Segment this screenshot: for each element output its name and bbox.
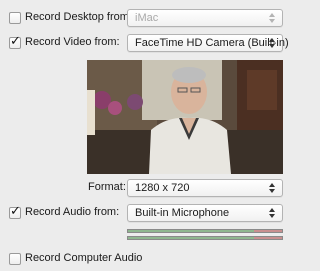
audio-source-popup[interactable]: Built-in Microphone: [127, 204, 283, 222]
record-video-label[interactable]: Record Video from:: [25, 36, 120, 48]
record-audio-checkbox[interactable]: [9, 204, 21, 219]
record-audio-row: Record Audio from: Built-in Microphone: [0, 203, 300, 223]
audio-level-peak-1: [254, 230, 282, 232]
format-row: Format: 1280 x 720: [0, 178, 300, 198]
record-video-checkbox[interactable]: [9, 34, 21, 49]
audio-level-meter-2: [127, 236, 283, 240]
video-source-value: FaceTime HD Camera (Built-in): [135, 37, 289, 49]
audio-level-meter-1: [127, 229, 283, 233]
format-popup[interactable]: 1280 x 720: [127, 179, 283, 197]
record-computer-audio-checkbox[interactable]: [9, 253, 21, 265]
record-computer-audio-row: Record Computer Audio: [0, 249, 300, 269]
audio-level-peak-2: [254, 237, 282, 239]
popup-arrows-icon: [269, 13, 276, 23]
camera-preview: [87, 60, 283, 174]
format-label: Format:: [88, 181, 126, 193]
audio-source-value: Built-in Microphone: [135, 207, 230, 219]
audio-level-fill-1: [128, 230, 255, 232]
desktop-source-popup[interactable]: iMac: [127, 9, 283, 27]
camera-preview-image: [87, 60, 283, 174]
format-value: 1280 x 720: [135, 182, 190, 194]
video-source-popup[interactable]: FaceTime HD Camera (Built-in): [127, 34, 289, 52]
popup-arrows-icon: [269, 208, 276, 218]
record-video-row: Record Video from: FaceTime HD Camera (B…: [0, 33, 300, 53]
record-desktop-row: Record Desktop from: iMac: [0, 8, 300, 28]
audio-level-fill-2: [128, 237, 255, 239]
record-computer-audio-label[interactable]: Record Computer Audio: [25, 252, 142, 264]
popup-arrows-icon: [269, 38, 276, 48]
record-desktop-label[interactable]: Record Desktop from:: [25, 11, 132, 23]
record-audio-label[interactable]: Record Audio from:: [25, 206, 119, 218]
popup-arrows-icon: [269, 183, 276, 193]
desktop-source-value: iMac: [135, 12, 159, 24]
record-desktop-checkbox[interactable]: [9, 12, 21, 24]
